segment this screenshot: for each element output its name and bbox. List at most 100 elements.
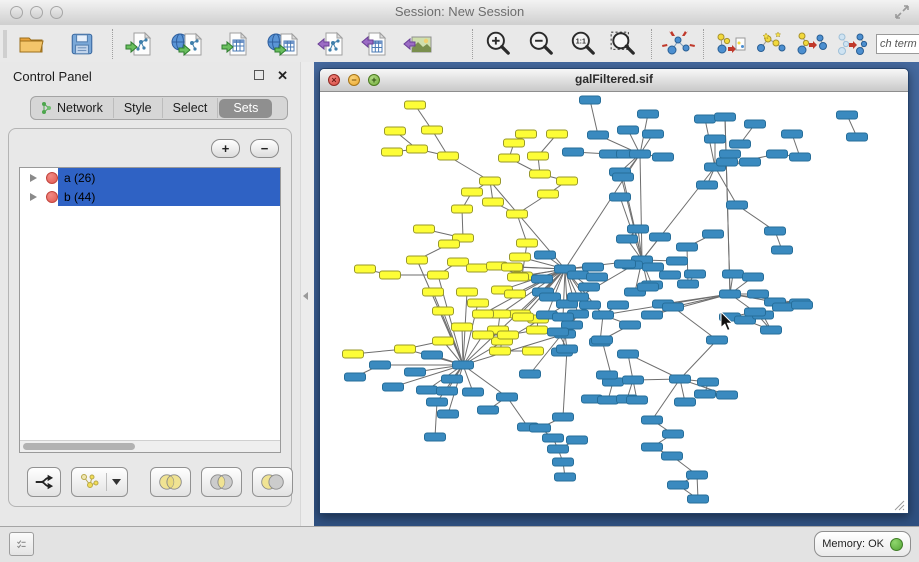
graph-node [530,170,551,178]
remove-set-button[interactable]: − [250,139,279,158]
network-window-titlebar[interactable]: × − + galFiltered.sif [320,69,908,92]
sets-actions [27,466,281,498]
graph-node [510,253,531,261]
import-network-file-button[interactable] [124,29,156,59]
graph-node [593,311,614,319]
tab-network[interactable]: Network [31,98,114,118]
graph-node [452,205,473,213]
network-window[interactable]: × − + galFiltered.sif [319,68,909,514]
graph-node [523,347,544,355]
scrollbar-thumb[interactable] [23,443,135,450]
graph-node [370,361,391,369]
import-table-web-button[interactable] [266,29,302,59]
graph-node [405,368,426,376]
fullscreen-icon[interactable] [893,3,911,26]
horizontal-scrollbar[interactable] [20,440,280,452]
graph-node [433,337,454,345]
export-image-button[interactable] [402,30,434,58]
expander-triangle-icon[interactable] [30,174,37,182]
graph-node [563,148,584,156]
graph-node [782,130,803,138]
split-sets-button[interactable] [27,467,61,497]
export-network-icon [317,30,347,58]
collapse-panel-icon[interactable] [303,292,308,300]
graph-node [538,190,559,198]
graph-node [517,239,538,247]
graph-node [638,110,659,118]
graph-node [628,225,649,233]
graph-node [532,275,553,283]
graph-node [385,127,406,135]
tab-label: Network [57,101,103,115]
graph-node [478,406,499,414]
memory-status-badge[interactable]: Memory: OK [814,531,911,557]
graph-node [548,328,569,336]
graph-node [535,251,556,259]
tab-select[interactable]: Select [163,98,219,118]
apply-preferred-layout-button[interactable] [661,28,697,60]
zoom-fit-selected-button[interactable] [607,29,639,59]
expander-triangle-icon[interactable] [30,193,37,201]
set-color-icon [46,172,58,184]
status-bar: Memory: OK [0,526,919,562]
graph-node [382,148,403,156]
close-panel-icon[interactable]: ✕ [277,70,288,81]
zoom-actual-size-icon: 1:1 [568,30,598,58]
graph-node [480,177,501,185]
graph-node [643,263,664,271]
new-network-from-selection-button[interactable] [713,29,747,59]
graph-node [761,326,782,334]
graph-node [553,458,574,466]
zoom-out-button[interactable] [525,29,557,59]
toolbar-drag-handle[interactable] [3,30,7,58]
graph-node [428,271,449,279]
graph-node [717,158,738,166]
task-history-button[interactable] [9,532,34,556]
set-label: b (44) [64,190,95,204]
zoom-in-button[interactable] [482,29,514,59]
float-panel-icon[interactable] [254,70,264,80]
graph-node [438,410,459,418]
create-set-from-network-button[interactable] [71,467,128,497]
hide-selected-button[interactable] [795,29,829,59]
graph-node [618,126,639,134]
open-session-button[interactable] [16,30,46,58]
union-sets-button[interactable] [150,467,191,497]
export-table-icon [361,30,389,58]
tab-sets[interactable]: Sets [219,99,272,118]
tab-style[interactable]: Style [114,98,163,118]
export-network-button[interactable] [316,29,348,59]
graph-node [642,443,663,451]
graph-node [587,273,608,281]
graph-node [715,113,736,121]
graph-node [407,256,428,264]
search-input[interactable] [876,34,919,54]
zoom-actual-size-button[interactable]: 1:1 [567,29,599,59]
import-table-file-button[interactable] [220,29,252,59]
graph-node [720,150,741,158]
export-table-button[interactable] [360,29,390,59]
select-first-neighbors-button[interactable] [754,29,788,59]
graph-node [467,264,488,272]
graph-node [520,370,541,378]
hide-selected-icon [796,30,828,58]
graph-node [395,345,416,353]
import-network-web-button[interactable] [170,29,206,59]
zoom-out-icon [526,30,556,58]
resize-grip-icon[interactable] [891,497,905,511]
network-view[interactable] [320,92,906,512]
intersection-sets-button[interactable] [201,467,242,497]
graph-node [557,177,578,185]
graph-node [463,388,484,396]
open-folder-icon [17,31,45,57]
set-color-icon [46,191,58,203]
graph-node [730,140,751,148]
difference-sets-button[interactable] [252,467,293,497]
show-all-button[interactable] [836,29,870,59]
save-session-button[interactable] [68,30,96,58]
list-item[interactable]: a (26) [20,168,280,187]
list-item[interactable]: b (44) [20,187,280,206]
add-set-button[interactable]: + [211,139,240,158]
panel-splitter[interactable] [300,62,314,527]
graph-node [530,424,551,432]
